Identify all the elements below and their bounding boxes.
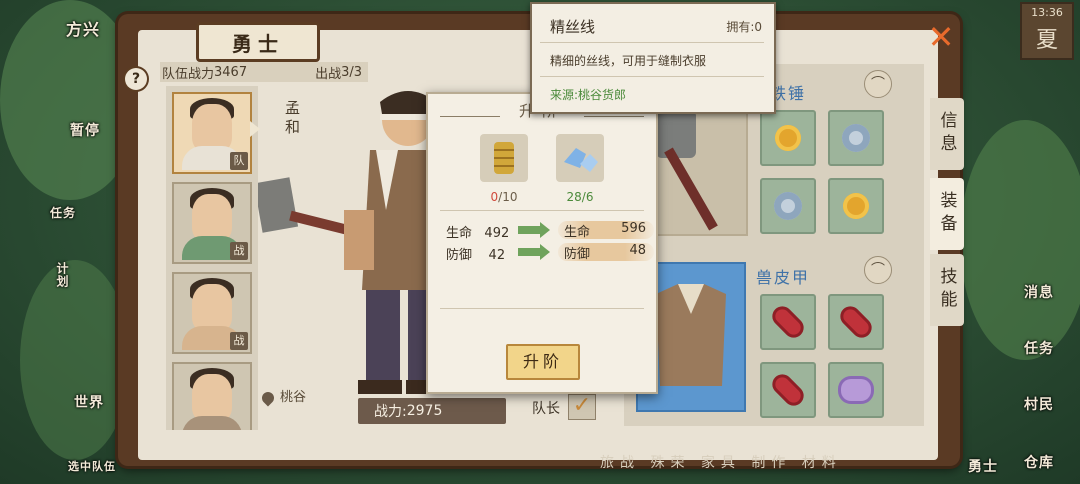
upgrade-button[interactable]: 升阶 (506, 344, 580, 380)
captain-label: 队长 (532, 401, 560, 417)
mortar-icon[interactable]: ⌒ (864, 70, 892, 98)
message-button[interactable]: 消息 (1024, 282, 1054, 302)
deploy-label: 出战 (315, 66, 342, 82)
red-bead-icon (772, 306, 804, 338)
hero-power-bar: 战力: 2975 (358, 398, 506, 424)
red-bead-icon (840, 306, 872, 338)
roster-member[interactable] (172, 362, 252, 430)
weapon-mat-slot[interactable] (828, 178, 884, 234)
close-icon[interactable]: ✕ (926, 21, 956, 53)
map-label-fangxing[interactable]: 方兴 (66, 16, 100, 40)
coin-icon (775, 125, 801, 151)
roster-member[interactable]: 战 (172, 182, 252, 264)
material-slot[interactable]: 28/6 (556, 134, 604, 204)
clock-time: 13:36 (1031, 6, 1063, 19)
member-tag: 战 (230, 332, 248, 350)
hammer-icon (656, 110, 718, 231)
tooltip-description: 精细的丝线，可用于缝制衣服 (550, 54, 707, 68)
stat-label: 防御 42 (446, 248, 506, 263)
warriors-button[interactable]: 勇士 (968, 456, 998, 476)
armor-name: 兽皮甲 (756, 268, 811, 287)
tab-skills[interactable]: 技能 (930, 254, 964, 326)
map-background (20, 260, 130, 460)
armor-mat-slot[interactable] (828, 294, 884, 350)
pause-button[interactable]: 暂停 (70, 120, 100, 140)
roster-list[interactable]: 队 战 战 (166, 86, 258, 430)
bottom-tabs-faded: 旅战 殊荣 家具 制作 材料 (600, 455, 842, 471)
stat-label: 生命 492 (446, 226, 510, 241)
location-name: 桃谷 (280, 390, 307, 405)
team-power-value: 3467 (214, 64, 248, 80)
tooltip-source: 来源:桃谷货郎 (550, 88, 627, 102)
armor-mat-slot[interactable] (760, 362, 816, 418)
red-bead-icon (772, 374, 804, 406)
upgrade-popup: 升阶 0/10 28/6 生命 492 生命596 防御 42 防御48 升 (426, 92, 658, 394)
blue-crystal-icon (564, 148, 598, 172)
roster-member[interactable]: 队 (172, 92, 252, 174)
tab-info[interactable]: 信息 (930, 98, 964, 170)
silk-thread-icon (494, 142, 514, 174)
arrow-right-icon (518, 248, 540, 256)
window-title: 勇士 (196, 22, 320, 62)
warehouse-button[interactable]: 仓库 (1024, 452, 1054, 472)
stat-row-defense: 防御 42 防御 48 (446, 243, 654, 263)
team-power-label: 队伍战力 (162, 66, 215, 82)
roster-member[interactable]: 战 (172, 272, 252, 354)
member-tag: 队 (230, 152, 248, 170)
villagers-button[interactable]: 村民 (1024, 394, 1054, 414)
world-button[interactable]: 世界 (74, 392, 104, 412)
armor-mat-slot[interactable] (760, 294, 816, 350)
location-pin-icon (259, 389, 277, 406)
mortar-icon[interactable]: ⌒ (864, 256, 892, 284)
season-clock: 13:36 夏 (1020, 2, 1074, 60)
map-background (960, 120, 1080, 360)
captain-checkbox[interactable]: ✓ (568, 394, 596, 420)
item-tooltip: 精丝线 拥有:0 精细的丝线，可用于缝制衣服 来源:桃谷货郎 (530, 2, 776, 114)
weapon-mat-slot[interactable] (760, 110, 816, 166)
quest-button[interactable]: 任务 (1024, 338, 1054, 358)
gear-icon (842, 124, 870, 152)
weapon-slot[interactable] (654, 102, 748, 236)
season-label: 夏 (1035, 28, 1058, 53)
stat-after: 生命 596 (558, 221, 654, 240)
material-qty: 28/6 (566, 190, 594, 204)
tooltip-owned: 拥有:0 (726, 20, 762, 34)
material-slot[interactable]: 0/10 (480, 134, 528, 204)
material-qty: 0/10 (490, 190, 518, 204)
power-value: 2975 (406, 403, 443, 419)
task-label[interactable]: 任务 (50, 204, 76, 221)
team-info-bar: 队伍战力 3467 出战 3/3 (160, 62, 368, 82)
weapon-mat-slot[interactable] (828, 110, 884, 166)
member-tag: 战 (230, 242, 248, 260)
select-team-button[interactable]: 选中队伍 (68, 458, 116, 474)
gear-icon (774, 192, 802, 220)
armor-mat-slot[interactable] (828, 362, 884, 418)
purple-cloth-icon (841, 379, 871, 401)
stat-after: 防御 48 (558, 243, 654, 262)
deploy-value: 3/3 (341, 64, 362, 80)
hero-location: 桃谷 (259, 386, 307, 406)
power-label: 战力: (374, 404, 407, 420)
plan-label[interactable]: 计划 (54, 262, 71, 288)
help-button[interactable]: ? (125, 68, 147, 90)
tab-equipment[interactable]: 装备 (930, 178, 964, 250)
coin-icon (843, 193, 869, 219)
stat-row-hp: 生命 492 生命 596 (446, 221, 654, 241)
arrow-right-icon (518, 226, 540, 234)
weapon-mat-slot[interactable] (760, 178, 816, 234)
tooltip-item-name: 精丝线 (550, 18, 596, 36)
